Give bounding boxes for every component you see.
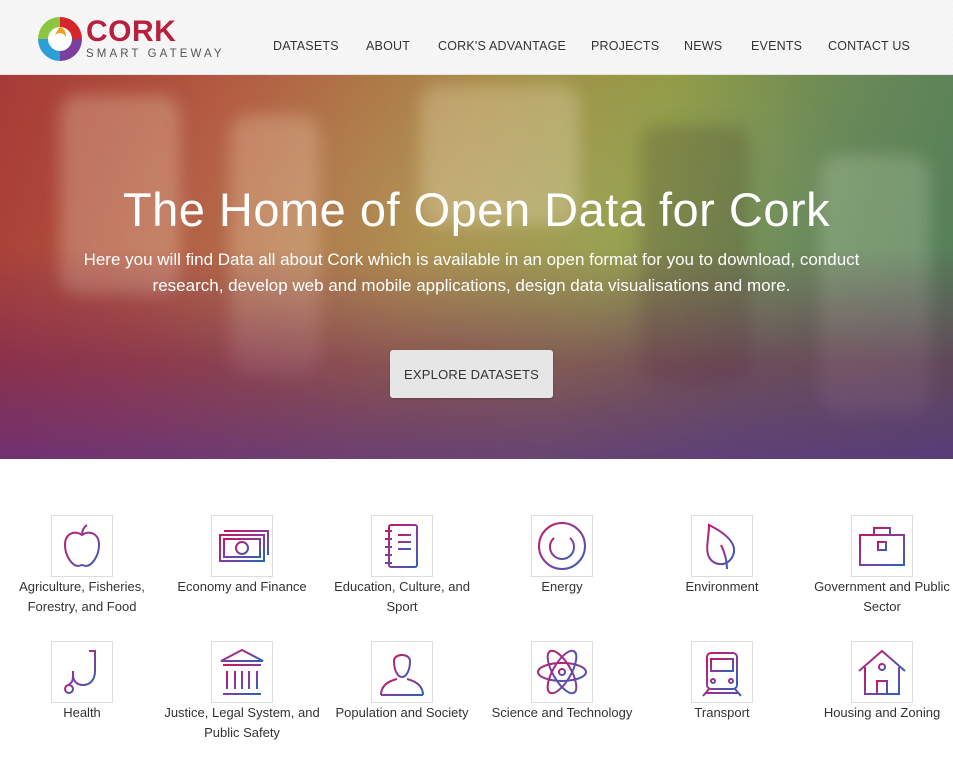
power-icon — [538, 522, 586, 570]
site-logo[interactable]: CORK SMART GATEWAY — [36, 14, 236, 64]
category-label: Energy — [541, 579, 583, 594]
house-icon — [858, 649, 906, 695]
courthouse-icon — [220, 648, 264, 695]
stethoscope-icon — [64, 650, 96, 694]
category-label: Agriculture, Fisheries, Forestry, and Fo… — [19, 579, 145, 614]
explore-datasets-button[interactable]: EXPLORE DATASETS — [390, 350, 553, 398]
notebook-icon — [385, 524, 418, 568]
category-population[interactable]: Population and Society — [322, 641, 482, 723]
category-agriculture[interactable]: Agriculture, Fisheries, Forestry, and Fo… — [2, 515, 162, 617]
category-science[interactable]: Science and Technology — [482, 641, 642, 723]
apple-icon — [63, 524, 101, 568]
hero-description: Here you will find Data all about Cork w… — [83, 250, 860, 295]
nav-projects[interactable]: PROJECTS — [591, 39, 659, 53]
banknote-icon — [219, 530, 269, 562]
nav-news[interactable]: NEWS — [684, 39, 722, 53]
nav-corks-advantage[interactable]: CORK'S ADVANTAGE — [438, 39, 566, 53]
category-energy[interactable]: Energy — [482, 515, 642, 597]
hero-title: The Home of Open Data for Cork — [122, 183, 831, 236]
category-education[interactable]: Education, Culture, and Sport — [322, 515, 482, 617]
category-label: Transport — [694, 705, 750, 720]
category-economy[interactable]: Economy and Finance — [162, 515, 322, 597]
category-government[interactable]: Government and Public Sector — [802, 515, 953, 617]
category-label: Justice, Legal System, and Public Safety — [164, 705, 320, 740]
category-label: Population and Society — [335, 705, 469, 720]
category-health[interactable]: Health — [2, 641, 162, 723]
hero-banner: The Home of Open Data for Cork Here you … — [0, 75, 953, 459]
category-label: Government and Public Sector — [814, 579, 950, 614]
category-label: Education, Culture, and Sport — [334, 579, 470, 614]
nav-datasets[interactable]: DATASETS — [273, 39, 339, 53]
briefcase-icon — [859, 527, 905, 566]
category-label: Housing and Zoning — [823, 705, 941, 720]
category-environment[interactable]: Environment — [642, 515, 802, 597]
category-label: Science and Technology — [491, 705, 633, 720]
logo-word: CORK — [86, 14, 177, 48]
logo-swirl-icon — [38, 17, 82, 61]
person-icon — [380, 654, 424, 696]
nav-about[interactable]: ABOUT — [366, 39, 410, 53]
category-label: Environment — [685, 579, 759, 594]
train-icon — [702, 649, 742, 697]
atom-icon — [537, 649, 587, 695]
logo-subtitle: SMART GATEWAY — [86, 47, 225, 60]
category-label: Economy and Finance — [177, 579, 307, 594]
category-transport[interactable]: Transport — [642, 641, 802, 723]
nav-events[interactable]: EVENTS — [751, 39, 802, 53]
nav-contact-us[interactable]: CONTACT US — [828, 39, 910, 53]
leaf-icon — [706, 523, 736, 570]
category-label: Health — [63, 705, 101, 720]
site-header: CORK SMART GATEWAY DATASETS ABOUT CORK'S… — [0, 0, 953, 75]
category-housing[interactable]: Housing and Zoning — [802, 641, 953, 723]
category-justice[interactable]: Justice, Legal System, and Public Safety — [162, 641, 322, 743]
